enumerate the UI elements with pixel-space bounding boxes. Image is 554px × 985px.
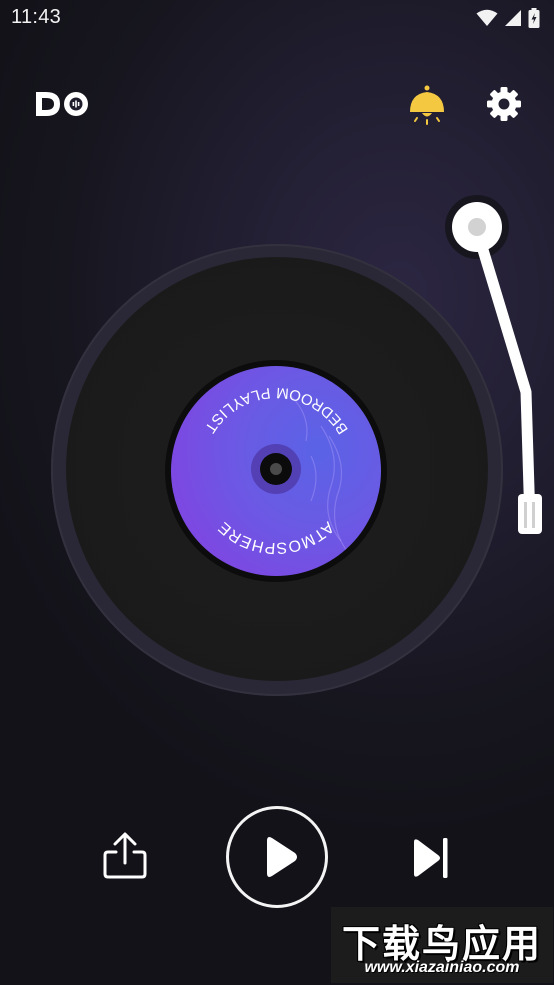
share-icon [103, 832, 147, 879]
watermark-url: www.xiazainiao.com [364, 959, 520, 976]
watermark: 下载鸟应用 www.xiazainiao.com [331, 907, 553, 983]
label-top-text: BEDROOM PLAYLIST [200, 384, 351, 437]
lamp-button[interactable] [404, 82, 450, 128]
next-button[interactable] [410, 836, 452, 880]
gear-icon [487, 87, 521, 121]
wifi-icon [476, 9, 498, 26]
spindle-pin [270, 463, 282, 475]
skip-next-icon [414, 838, 448, 878]
signal-icon [505, 10, 521, 26]
play-button[interactable] [226, 806, 328, 908]
share-button[interactable] [100, 830, 150, 882]
label-bottom-text: ATMOSPHERE [215, 518, 337, 556]
status-time: 11:43 [11, 6, 62, 28]
status-bar: 11:43 [0, 0, 554, 40]
lamp-icon [410, 85, 444, 125]
status-icons [476, 8, 540, 28]
play-icon [267, 837, 297, 877]
tonearm[interactable] [440, 192, 550, 542]
svg-text:BEDROOM PLAYLIST: BEDROOM PLAYLIST [200, 384, 351, 437]
battery-icon [528, 8, 540, 28]
settings-button[interactable] [484, 84, 524, 124]
svg-text:ATMOSPHERE: ATMOSPHERE [215, 518, 337, 556]
app-logo [34, 84, 94, 124]
